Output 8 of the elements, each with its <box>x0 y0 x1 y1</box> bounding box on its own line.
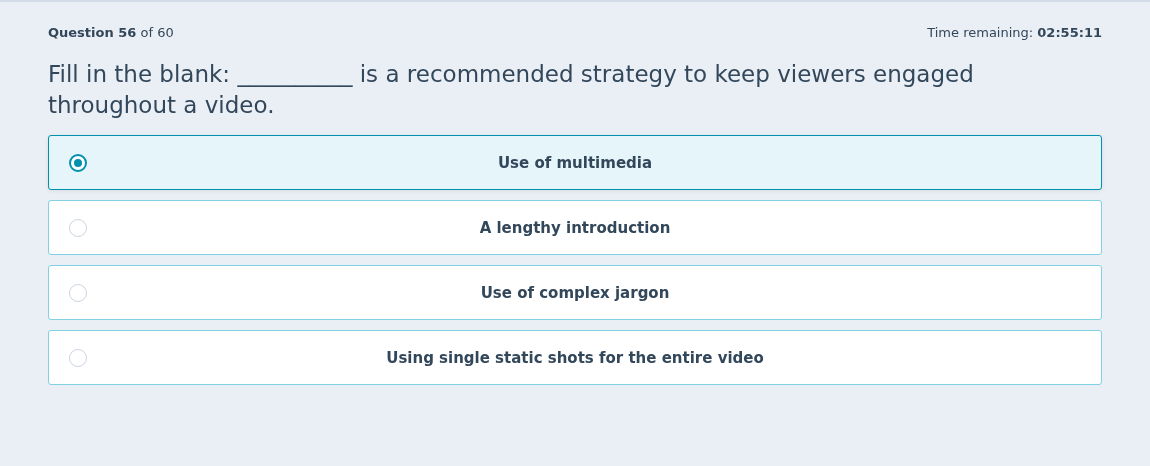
radio-button[interactable] <box>69 153 87 172</box>
answer-option[interactable]: Use of multimedia <box>48 135 1102 190</box>
answer-option[interactable]: A lengthy introduction <box>48 200 1102 255</box>
answer-option[interactable]: Using single static shots for the entire video <box>48 330 1102 385</box>
question-text: Fill in the blank: __________ is a recommended strategy to keep viewers engaged throughout a video. <box>48 60 975 120</box>
answer-option[interactable]: Use of complex jargon <box>48 265 1102 320</box>
time-remaining: Time remaining: 02:55:11 <box>927 24 1102 40</box>
question-counter: Question 56 of 60 <box>48 24 174 40</box>
